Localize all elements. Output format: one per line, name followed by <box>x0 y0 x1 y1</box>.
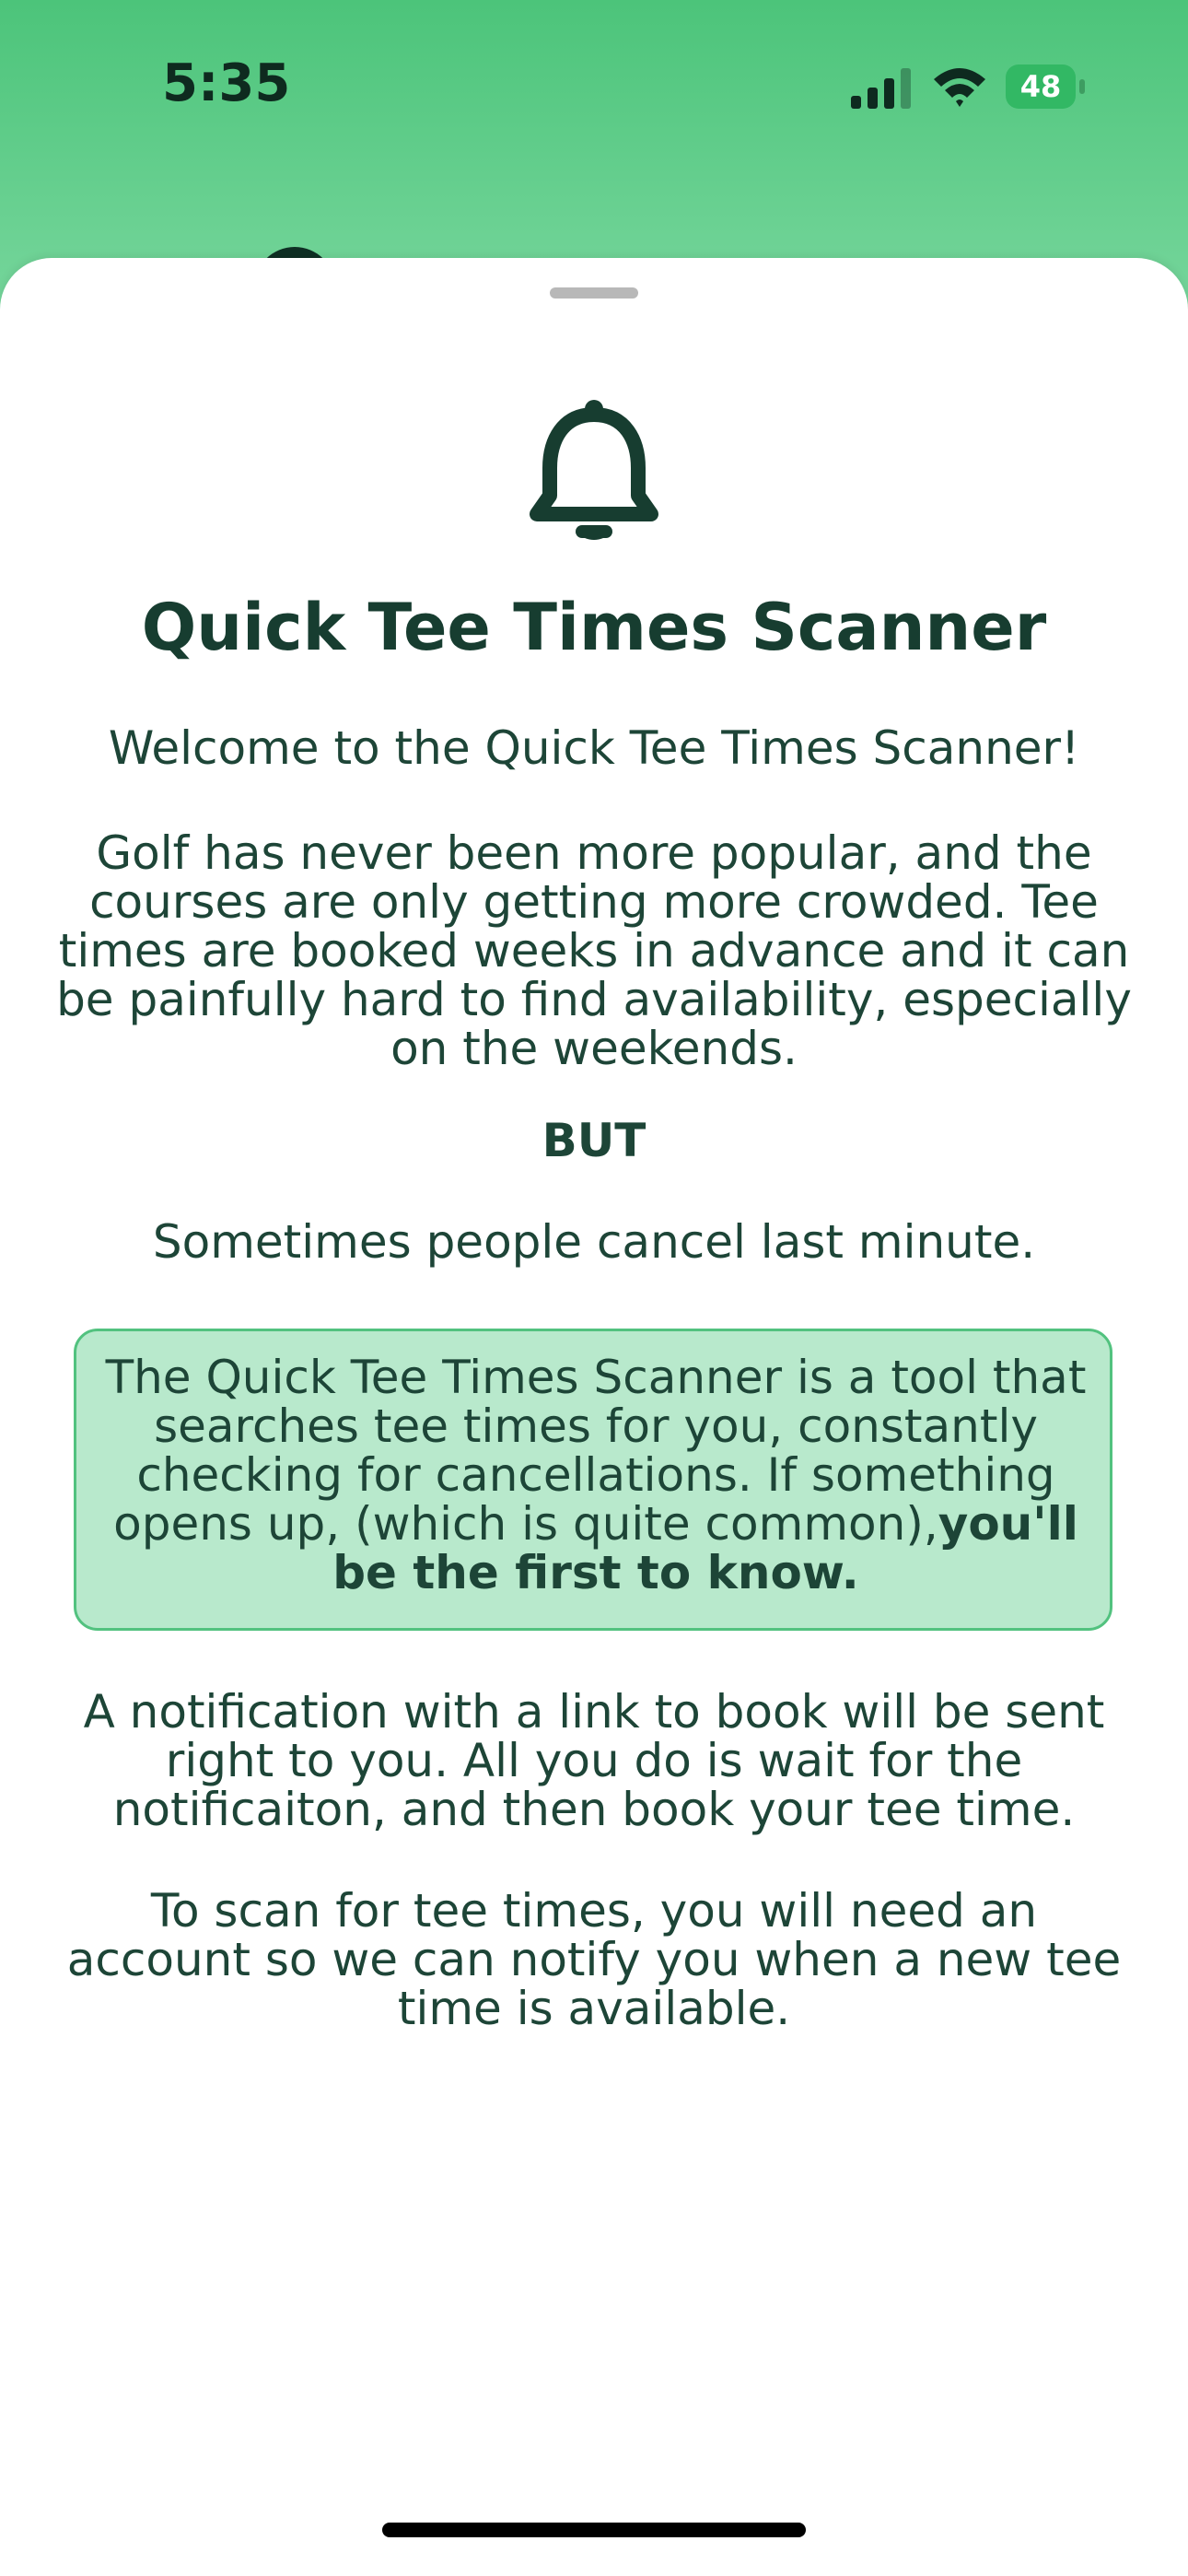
bell-icon <box>530 400 658 540</box>
battery-icon: 48 <box>1006 64 1085 109</box>
account-paragraph: To scan for tee times, you will need an … <box>66 1884 1122 2035</box>
highlight-box: The Quick Tee Times Scanner is a tool th… <box>74 1329 1112 1631</box>
battery-level: 48 <box>1006 64 1076 109</box>
wifi-icon <box>934 68 985 107</box>
signal-icon <box>851 68 911 109</box>
highlight-text: The Quick Tee Times Scanner is a tool th… <box>99 1353 1093 1598</box>
welcome-text: Welcome to the Quick Tee Times Scanner! <box>108 721 1080 775</box>
but-heading: BUT <box>542 1114 646 1167</box>
golf-paragraph: Golf has never been more popular, and th… <box>56 826 1132 1075</box>
sheet-title: Quick Tee Times Scanner <box>141 590 1047 665</box>
battery-cap <box>1079 79 1085 94</box>
notification-paragraph: A notification with a link to book will … <box>83 1685 1105 1836</box>
sheet-grabber[interactable] <box>550 287 638 299</box>
info-sheet: Quick Tee Times Scanner Welcome to the Q… <box>0 258 1188 2576</box>
home-indicator[interactable] <box>382 2523 806 2537</box>
cancel-paragraph: Sometimes people cancel last minute. <box>152 1215 1036 1269</box>
status-time: 5:35 <box>162 53 291 113</box>
status-bar: 5:35 48 <box>0 0 1188 184</box>
